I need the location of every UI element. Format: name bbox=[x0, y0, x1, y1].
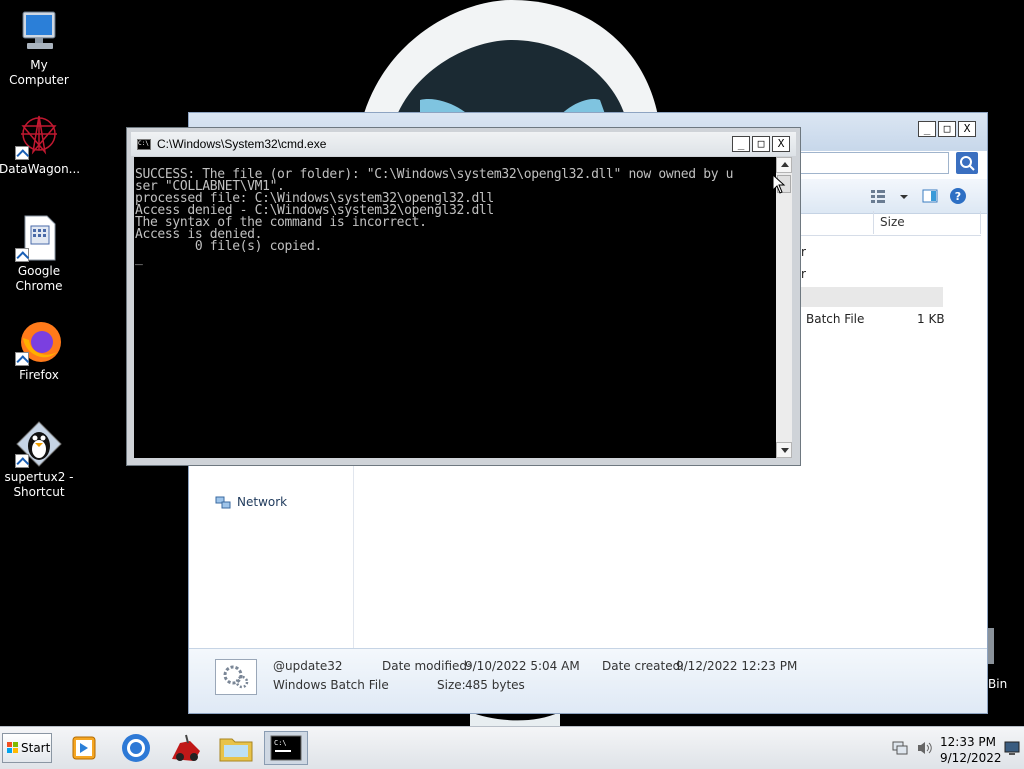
taskbar: Start C:\ 12:33 PM 9/12/2022 bbox=[0, 726, 1024, 769]
desktop-icon-label: Google Chrome bbox=[15, 264, 63, 293]
start-label: Start bbox=[21, 741, 51, 755]
shortcut-arrow-icon bbox=[15, 146, 29, 160]
search-icon[interactable] bbox=[956, 152, 978, 174]
cmd-scrollbar[interactable] bbox=[776, 157, 792, 458]
nav-item-network[interactable]: Network bbox=[215, 495, 287, 510]
chevron-up-icon bbox=[781, 162, 789, 167]
shortcut-arrow-icon bbox=[15, 248, 29, 262]
svg-text:?: ? bbox=[955, 190, 961, 203]
desktop-icon-my-computer[interactable]: My Computer bbox=[0, 8, 79, 88]
chevron-down-icon bbox=[781, 448, 789, 453]
computer-icon bbox=[15, 8, 63, 56]
cmd-icon: C:\ bbox=[137, 139, 151, 150]
cmd-close-button[interactable]: X bbox=[772, 136, 790, 152]
desktop-icon-supertux2[interactable]: supertux2 - Shortcut bbox=[0, 420, 79, 500]
desktop-icon-recycle-bin[interactable]: Bin bbox=[984, 626, 1024, 692]
desktop-icon-firefox[interactable]: Firefox bbox=[0, 318, 79, 383]
media-player-icon bbox=[72, 736, 96, 760]
explorer-maximize-button[interactable]: □ bbox=[938, 121, 956, 137]
taskbar-media-player[interactable] bbox=[65, 731, 105, 765]
file-explorer-icon bbox=[219, 738, 253, 762]
explorer-search-input[interactable] bbox=[789, 152, 949, 174]
svg-text:C:\: C:\ bbox=[274, 739, 287, 747]
network-icon bbox=[215, 496, 231, 510]
cmd-icon: C:\ bbox=[270, 735, 302, 761]
details-size: 485 bytes bbox=[465, 678, 525, 692]
console-line: _ bbox=[135, 251, 143, 266]
cmd-minimize-button[interactable]: _ bbox=[732, 136, 750, 152]
shortcut-arrow-icon bbox=[15, 454, 29, 468]
game-icon bbox=[172, 734, 200, 761]
shortcut-arrow-icon bbox=[15, 352, 29, 366]
clock-date: 9/12/2022 bbox=[940, 751, 1002, 765]
desktop-icon-datawagon[interactable]: DataWagon... bbox=[0, 112, 81, 177]
taskbar-chrome[interactable] bbox=[116, 731, 156, 765]
mouse-pointer-icon bbox=[772, 174, 786, 194]
details-date-modified-label: Date modified: bbox=[382, 659, 472, 673]
batch-file-icon bbox=[215, 659, 257, 695]
desktop-icon-label: Firefox bbox=[19, 368, 59, 382]
chrome-icon bbox=[122, 734, 150, 762]
column-header-size[interactable]: Size bbox=[873, 211, 981, 234]
list-item[interactable]: r bbox=[801, 245, 806, 259]
console-line: 0 file(s) copied. bbox=[135, 239, 322, 254]
volume-icon[interactable] bbox=[916, 740, 934, 756]
scroll-down-button[interactable] bbox=[776, 442, 792, 458]
column-header: Size bbox=[801, 211, 981, 236]
show-desktop-button[interactable] bbox=[1004, 739, 1020, 757]
nav-item-label: Network bbox=[237, 495, 288, 509]
file-type: Batch File bbox=[806, 312, 865, 326]
details-date-modified: 9/10/2022 5:04 AM bbox=[465, 659, 580, 673]
console-output[interactable]: SUCCESS: The file (or folder): "C:\Windo… bbox=[134, 157, 776, 458]
firefox-icon bbox=[15, 318, 63, 366]
clock[interactable]: 12:33 PM 9/12/2022 bbox=[940, 734, 1002, 766]
details-file-name: @update32 bbox=[273, 659, 343, 673]
file-size: 1 KB bbox=[917, 312, 945, 326]
desktop-icon-label: supertux2 - Shortcut bbox=[4, 470, 74, 499]
list-item[interactable]: Batch File 1 KB bbox=[806, 312, 946, 326]
windows-logo-icon bbox=[7, 742, 18, 753]
explorer-minimize-button[interactable]: _ bbox=[918, 121, 936, 137]
penguin-icon bbox=[15, 420, 63, 468]
network-tray-icon[interactable] bbox=[892, 740, 908, 756]
scroll-up-button[interactable] bbox=[776, 157, 792, 173]
chevron-down-icon[interactable] bbox=[895, 187, 913, 205]
desktop-icon-google-chrome[interactable]: Google Chrome bbox=[0, 214, 79, 294]
details-size-label: Size: bbox=[437, 678, 466, 692]
details-date-created: 9/12/2022 12:23 PM bbox=[676, 659, 798, 673]
list-item-selected[interactable] bbox=[801, 287, 943, 307]
details-date-created-label: Date created: bbox=[602, 659, 685, 673]
system-tray: 12:33 PM 9/12/2022 bbox=[884, 731, 1024, 765]
explorer-close-button[interactable]: X bbox=[958, 121, 976, 137]
start-button[interactable]: Start bbox=[2, 733, 52, 763]
preview-pane-icon[interactable] bbox=[921, 187, 939, 205]
desktop-icon-label: My Computer bbox=[9, 58, 69, 87]
desktop-icon-label: DataWagon... bbox=[0, 162, 81, 176]
clock-time: 12:33 PM bbox=[940, 735, 996, 749]
taskbar-cmd[interactable]: C:\ bbox=[264, 731, 308, 765]
desktop-icon-label: Bin bbox=[988, 677, 1008, 691]
navigation-pane: Network bbox=[189, 443, 354, 653]
view-options-icon[interactable] bbox=[869, 187, 887, 205]
cmd-title-bar[interactable]: C:\ C:\Windows\System32\cmd.exe _ □ X bbox=[131, 132, 796, 156]
document-icon bbox=[15, 214, 63, 262]
taskbar-file-explorer[interactable] bbox=[216, 731, 256, 765]
details-file-type: Windows Batch File bbox=[273, 678, 389, 692]
list-item[interactable]: r bbox=[801, 267, 806, 281]
taskbar-game[interactable] bbox=[166, 731, 206, 765]
show-desktop-icon bbox=[1004, 741, 1020, 755]
help-icon[interactable]: ? bbox=[949, 187, 967, 205]
datawagon-icon bbox=[15, 112, 63, 160]
details-pane: @update32 Windows Batch File Date modifi… bbox=[189, 648, 987, 713]
cmd-maximize-button[interactable]: □ bbox=[752, 136, 770, 152]
file-type: r bbox=[801, 245, 806, 259]
cmd-title: C:\Windows\System32\cmd.exe bbox=[157, 137, 327, 151]
file-type: r bbox=[801, 267, 806, 281]
cmd-window[interactable]: C:\ C:\Windows\System32\cmd.exe _ □ X SU… bbox=[126, 127, 801, 466]
